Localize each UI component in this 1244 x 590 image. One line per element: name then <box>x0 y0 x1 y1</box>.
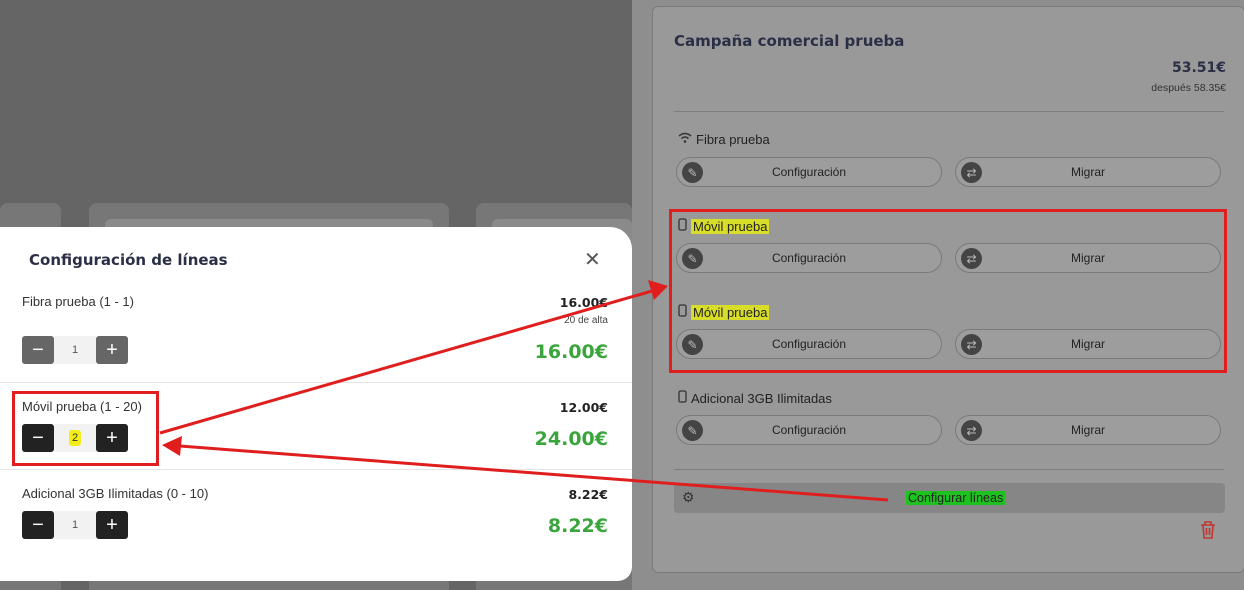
arrow-head <box>162 436 182 456</box>
annotation-arrow <box>159 289 653 435</box>
annotation-arrow <box>179 444 889 502</box>
arrow-head <box>648 280 668 300</box>
annotation-arrows <box>159 280 889 502</box>
